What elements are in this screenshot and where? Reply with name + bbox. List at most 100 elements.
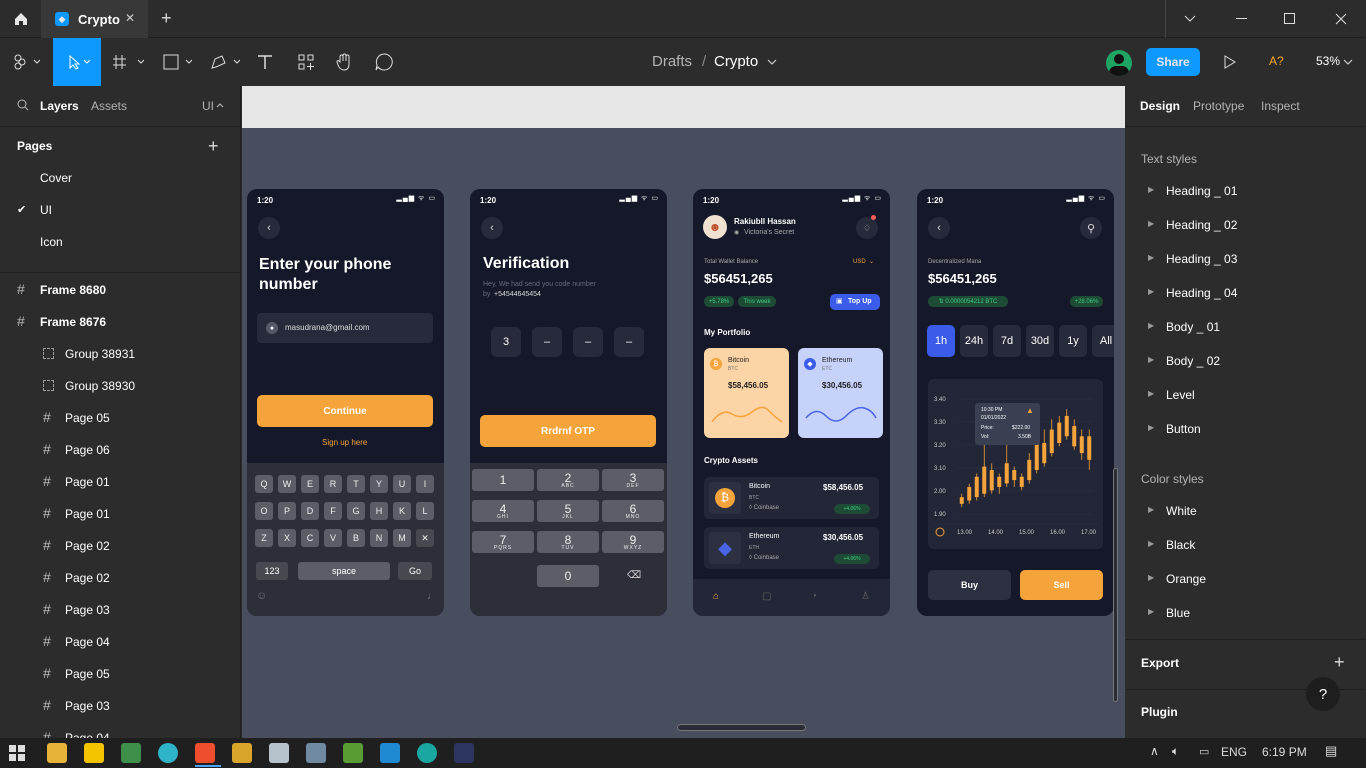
vscode-icon[interactable] [380, 743, 400, 763]
asset-row-btc[interactable]: ₿ Bitcoin BTC ◊ Coinbase $58,456.05 +4.0… [704, 477, 879, 519]
key[interactable]: H [370, 502, 388, 520]
key[interactable]: M [393, 529, 411, 547]
phone-wallet[interactable]: 1:20 ▂▄▆ ᯤ ▭ ☻ Rakiubll Hassan ◉ Victori… [693, 189, 890, 616]
numkey[interactable]: 9 WXYZ [602, 531, 664, 553]
frame-tool-icon[interactable] [110, 52, 146, 72]
key[interactable]: Z [255, 529, 273, 547]
key[interactable]: I [416, 475, 434, 493]
timeframe-tab[interactable]: 7d [993, 325, 1021, 357]
tab-prototype[interactable]: Prototype [1193, 99, 1244, 113]
text-style-item[interactable]: ▶ Button [1126, 418, 1366, 442]
tab-crypto[interactable]: ◆ Crypto ✕ [41, 0, 148, 38]
tab-design[interactable]: Design [1140, 99, 1180, 113]
layer-row[interactable]: # Page 05 [0, 658, 240, 690]
continue-button[interactable]: Continue [257, 395, 433, 427]
maximize-icon[interactable] [1276, 10, 1304, 28]
portfolio-card-btc[interactable]: ₿ Bitcoin BTC $58,456.05 [704, 348, 789, 438]
timeframe-tab[interactable]: 1y [1059, 325, 1087, 357]
main-menu-icon[interactable] [8, 52, 44, 72]
otp-digit[interactable]: – [614, 327, 644, 357]
zoom-level[interactable]: 53% [1316, 54, 1340, 68]
home-icon[interactable] [0, 0, 41, 38]
numkey[interactable]: 2 ABC [537, 469, 599, 491]
numkey[interactable]: 6 MNO [602, 500, 664, 522]
numkey[interactable]: 1 [472, 469, 534, 491]
color-style-item[interactable]: ▶ Blue [1126, 602, 1366, 626]
media-player-icon[interactable] [84, 743, 104, 763]
key[interactable]: Q [255, 475, 273, 493]
chevron-down-icon[interactable] [1343, 58, 1353, 66]
back-button[interactable]: ‹ [928, 217, 950, 239]
phone-coin-detail[interactable]: 1:20 ▂▄▆ ᯤ ▭ ‹ ⚲ Decentralized Mana $564… [917, 189, 1114, 616]
back-button[interactable]: ‹ [258, 217, 280, 239]
tab-inspect[interactable]: Inspect [1261, 99, 1300, 113]
tab-close-icon[interactable]: ✕ [125, 11, 135, 25]
sell-button[interactable]: Sell [1020, 570, 1103, 600]
notifications-icon[interactable]: ▤ [1325, 743, 1337, 759]
app-icon[interactable] [454, 743, 474, 763]
phone-verification[interactable]: 1:20 ▂▄▆ ᯤ ▭ ‹ Verification Hey, We had … [470, 189, 667, 616]
home-icon[interactable]: ⌂ [713, 591, 719, 602]
layer-row[interactable]: # Page 03 [0, 594, 240, 626]
currency-select[interactable]: USD [853, 259, 866, 265]
clock[interactable]: 6:19 PM [1262, 745, 1307, 759]
timeframe-tab[interactable]: 1h [927, 325, 955, 357]
key[interactable]: T [347, 475, 365, 493]
notepad-icon[interactable] [269, 743, 289, 763]
key-go[interactable]: Go [398, 562, 432, 580]
key[interactable]: C [301, 529, 319, 547]
otp-digit[interactable]: – [573, 327, 603, 357]
text-style-item[interactable]: ▶ Heading _ 01 [1126, 180, 1366, 204]
chevron-down-icon[interactable]: ⌄ [869, 258, 874, 265]
color-style-item[interactable]: ▶ Orange [1126, 568, 1366, 592]
key-space[interactable]: space [298, 562, 390, 580]
file-explorer-icon[interactable] [47, 743, 67, 763]
numkey-0[interactable]: 0 [537, 565, 599, 587]
figma-icon[interactable] [195, 743, 215, 763]
otp-digit[interactable]: 3 [491, 327, 521, 357]
shape-tool-icon[interactable] [158, 52, 194, 72]
key[interactable]: E [301, 475, 319, 493]
key[interactable]: W [278, 475, 296, 493]
breadcrumb-parent[interactable]: Drafts [652, 53, 692, 70]
chevron-up-icon[interactable]: ∧ [1150, 744, 1159, 758]
key[interactable]: N [370, 529, 388, 547]
text-style-item[interactable]: ▶ Level [1126, 384, 1366, 408]
windows-start-icon[interactable] [8, 744, 26, 762]
backspace-icon[interactable]: ⌫ [627, 570, 641, 581]
layer-row[interactable]: # Frame 8680 [0, 274, 240, 306]
vertical-scrollbar[interactable] [1113, 468, 1118, 702]
new-tab-button[interactable]: + [161, 8, 172, 29]
accessibility-check-icon[interactable]: A? [1269, 54, 1284, 68]
key[interactable]: K [393, 502, 411, 520]
app-icon[interactable] [121, 743, 141, 763]
send-otp-button[interactable]: Rrdrnf OTP [480, 415, 656, 447]
tab-layers[interactable]: Layers [40, 99, 79, 113]
help-button[interactable]: ? [1306, 677, 1340, 711]
layer-row[interactable]: # Frame 8676 [0, 306, 240, 338]
page-item[interactable]: ✔ UI [0, 194, 240, 226]
key[interactable]: R [324, 475, 342, 493]
email-field[interactable]: ● masudrana@gmail.com [257, 313, 433, 343]
key[interactable]: D [301, 502, 319, 520]
app-icon[interactable] [158, 743, 178, 763]
color-style-item[interactable]: ▶ White [1126, 500, 1366, 524]
avatar[interactable]: ☻ [703, 215, 727, 239]
text-tool-icon[interactable] [255, 52, 275, 72]
key[interactable]: X [278, 529, 296, 547]
profile-icon[interactable]: ♙ [861, 591, 870, 602]
bell-icon[interactable]: ♢ [856, 217, 878, 239]
page-selector[interactable]: UI [202, 99, 214, 113]
key[interactable]: P [278, 502, 296, 520]
chevron-up-icon[interactable] [216, 102, 224, 108]
app-icon[interactable] [306, 743, 326, 763]
key[interactable]: V [324, 529, 342, 547]
breadcrumb-current[interactable]: Crypto [714, 53, 758, 70]
add-page-icon[interactable]: + [208, 136, 219, 157]
app-icon[interactable] [343, 743, 363, 763]
key[interactable]: Y [370, 475, 388, 493]
key[interactable]: B [347, 529, 365, 547]
numkey[interactable]: 4 GHI [472, 500, 534, 522]
volume-icon[interactable]: 🔈︎ [1172, 744, 1179, 759]
app-icon[interactable] [232, 743, 252, 763]
